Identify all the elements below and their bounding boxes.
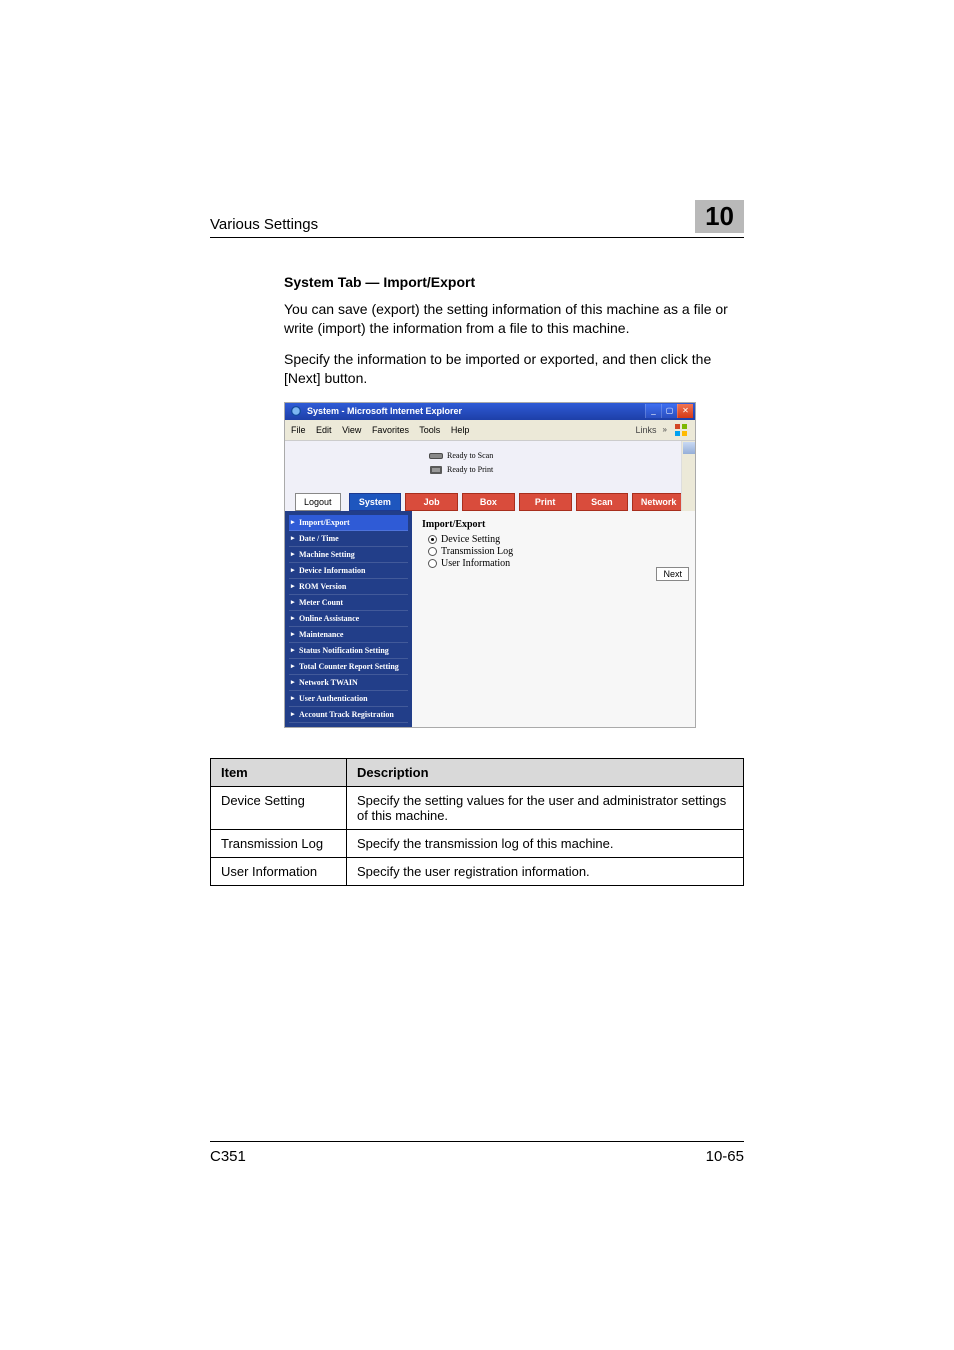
option-user-information[interactable]: User Information bbox=[428, 558, 677, 569]
minimize-button[interactable]: _ bbox=[645, 404, 661, 418]
table-cell-item: Device Setting bbox=[211, 786, 347, 829]
window-titlebar: System - Microsoft Internet Explorer _ ▢… bbox=[285, 403, 695, 420]
sidebar-item-network-twain[interactable]: Network TWAIN bbox=[289, 675, 408, 691]
table-cell-description: Specify the transmission log of this mac… bbox=[347, 829, 744, 857]
option-label: Device Setting bbox=[441, 534, 500, 545]
sidebar-item-import-export[interactable]: Import/Export bbox=[289, 515, 408, 531]
menu-tools[interactable]: Tools bbox=[419, 425, 440, 435]
sidebar-item-device-information[interactable]: Device Information bbox=[289, 563, 408, 579]
app-header-area: Ready to Scan Ready to Print Logout Syst… bbox=[285, 441, 695, 511]
description-table: Item Description Device Setting Specify … bbox=[210, 758, 744, 886]
table-row: Device Setting Specify the setting value… bbox=[211, 786, 744, 829]
content-title: Import/Export bbox=[422, 519, 677, 530]
tab-scan[interactable]: Scan bbox=[576, 493, 629, 511]
printer-icon bbox=[429, 465, 443, 475]
header-text: Various Settings bbox=[210, 216, 318, 233]
menu-file[interactable]: File bbox=[291, 425, 306, 435]
table-row: User Information Specify the user regist… bbox=[211, 857, 744, 885]
footer-model: C351 bbox=[210, 1148, 246, 1165]
sidebar-item-date-time[interactable]: Date / Time bbox=[289, 531, 408, 547]
app-body: Import/Export Date / Time Machine Settin… bbox=[285, 511, 695, 727]
table-cell-item: User Information bbox=[211, 857, 347, 885]
scanner-icon bbox=[429, 451, 443, 461]
tab-network[interactable]: Network bbox=[632, 493, 685, 511]
radio-icon[interactable] bbox=[428, 547, 437, 556]
sidebar: Import/Export Date / Time Machine Settin… bbox=[285, 511, 412, 727]
menu-view[interactable]: View bbox=[342, 425, 361, 435]
tab-print[interactable]: Print bbox=[519, 493, 572, 511]
menu-favorites[interactable]: Favorites bbox=[372, 425, 409, 435]
option-label: User Information bbox=[441, 558, 510, 569]
tab-box[interactable]: Box bbox=[462, 493, 515, 511]
body-paragraph: Specify the information to be imported o… bbox=[284, 350, 744, 388]
window-title: System - Microsoft Internet Explorer bbox=[307, 406, 462, 416]
table-cell-description: Specify the user registration informatio… bbox=[347, 857, 744, 885]
menu-help[interactable]: Help bbox=[451, 425, 470, 435]
next-button[interactable]: Next bbox=[656, 567, 689, 581]
sidebar-item-user-authentication[interactable]: User Authentication bbox=[289, 691, 408, 707]
table-header-item: Item bbox=[211, 758, 347, 786]
sidebar-item-online-assistance[interactable]: Online Assistance bbox=[289, 611, 408, 627]
embedded-screenshot: System - Microsoft Internet Explorer _ ▢… bbox=[284, 402, 696, 728]
sidebar-item-total-counter-report[interactable]: Total Counter Report Setting bbox=[289, 659, 408, 675]
status-scan-text: Ready to Scan bbox=[447, 451, 493, 460]
browser-menubar: File Edit View Favorites Tools Help Link… bbox=[285, 420, 695, 441]
footer-page-number: 10-65 bbox=[706, 1148, 744, 1165]
logout-button[interactable]: Logout bbox=[295, 493, 341, 511]
tab-bar: Logout System Job Box Print Scan Network bbox=[295, 493, 685, 511]
option-label: Transmission Log bbox=[441, 546, 513, 557]
sidebar-item-machine-setting[interactable]: Machine Setting bbox=[289, 547, 408, 563]
ie-icon bbox=[289, 404, 303, 418]
menu-edit[interactable]: Edit bbox=[316, 425, 332, 435]
radio-icon[interactable] bbox=[428, 559, 437, 568]
table-header-description: Description bbox=[347, 758, 744, 786]
links-chevron-icon[interactable]: » bbox=[663, 425, 667, 434]
sidebar-item-account-track-registration[interactable]: Account Track Registration bbox=[289, 707, 408, 723]
option-transmission-log[interactable]: Transmission Log bbox=[428, 546, 677, 557]
maximize-button[interactable]: ▢ bbox=[661, 404, 677, 418]
table-row: Transmission Log Specify the transmissio… bbox=[211, 829, 744, 857]
links-label[interactable]: Links bbox=[636, 425, 657, 435]
content-pane: Import/Export Device Setting Transmissio… bbox=[412, 511, 695, 727]
tab-system[interactable]: System bbox=[349, 493, 402, 511]
status-scan-row: Ready to Scan bbox=[429, 451, 685, 461]
sidebar-item-meter-count[interactable]: Meter Count bbox=[289, 595, 408, 611]
sidebar-item-status-notification[interactable]: Status Notification Setting bbox=[289, 643, 408, 659]
status-print-text: Ready to Print bbox=[447, 465, 493, 474]
table-cell-item: Transmission Log bbox=[211, 829, 347, 857]
running-header: Various Settings 10 bbox=[210, 200, 744, 238]
page-footer: C351 10-65 bbox=[210, 1141, 744, 1165]
table-cell-description: Specify the setting values for the user … bbox=[347, 786, 744, 829]
option-device-setting[interactable]: Device Setting bbox=[428, 534, 677, 545]
chapter-number-box: 10 bbox=[695, 200, 744, 233]
radio-icon[interactable] bbox=[428, 535, 437, 544]
document-page: Various Settings 10 System Tab — Import/… bbox=[0, 0, 954, 1350]
close-button[interactable]: ✕ bbox=[677, 404, 693, 418]
status-print-row: Ready to Print bbox=[429, 465, 685, 475]
body-paragraph: You can save (export) the setting inform… bbox=[284, 300, 744, 338]
sidebar-item-maintenance[interactable]: Maintenance bbox=[289, 627, 408, 643]
windows-flag-icon bbox=[673, 422, 689, 438]
section-heading: System Tab — Import/Export bbox=[284, 274, 744, 290]
sidebar-item-rom-version[interactable]: ROM Version bbox=[289, 579, 408, 595]
tab-job[interactable]: Job bbox=[405, 493, 458, 511]
